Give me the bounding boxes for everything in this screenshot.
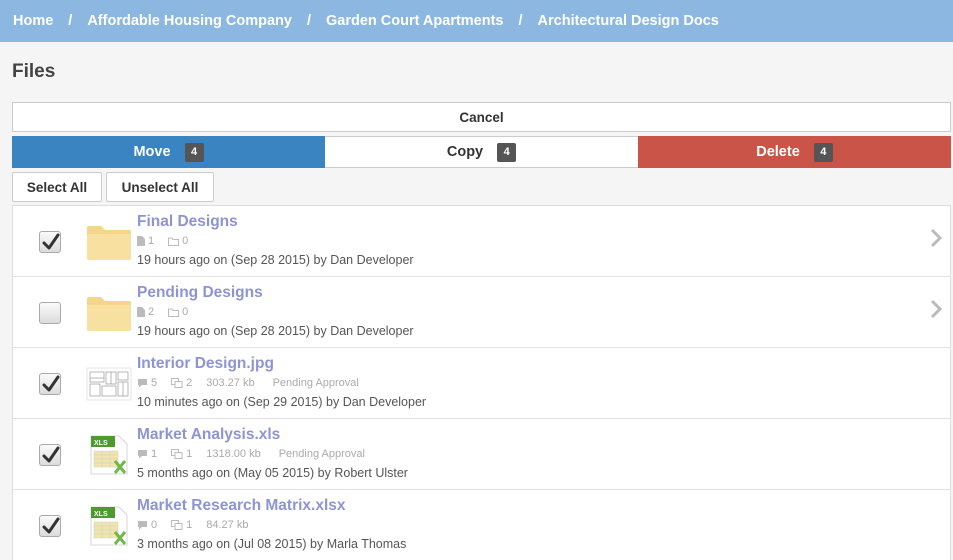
select-all-button[interactable]: Select All bbox=[12, 172, 102, 202]
folder-outline-icon bbox=[168, 308, 180, 317]
file-name-link[interactable]: Pending Designs bbox=[137, 284, 263, 302]
file-row[interactable]: Final Designs 1 0 19 hours ago on (Sep 2… bbox=[13, 206, 950, 277]
spreadsheet-file-icon: XLS bbox=[90, 435, 128, 475]
move-label: Move bbox=[133, 144, 171, 160]
file-row[interactable]: Pending Designs 2 0 19 hours ago on (Sep… bbox=[13, 277, 950, 348]
comments-count: 5 bbox=[151, 377, 158, 389]
file-name-link[interactable]: Final Designs bbox=[137, 213, 238, 231]
file-meta: 0 1 84.27 kb bbox=[137, 519, 266, 531]
row-checkbox[interactable] bbox=[39, 444, 61, 466]
copy-count-badge: 4 bbox=[497, 142, 517, 162]
breadcrumb-separator: / bbox=[518, 13, 523, 29]
file-date: 3 months ago on (Jul 08 2015) by Marla T… bbox=[137, 537, 407, 551]
file-date: 5 months ago on (May 05 2015) by Robert … bbox=[137, 466, 408, 480]
breadcrumb-company[interactable]: Affordable Housing Company bbox=[87, 13, 292, 29]
chevron-right-icon[interactable] bbox=[930, 228, 942, 248]
approval-status: Pending Approval bbox=[272, 377, 359, 389]
delete-label: Delete bbox=[756, 144, 800, 160]
file-meta: 1 0 bbox=[137, 235, 202, 247]
folder-icon bbox=[87, 226, 131, 260]
breadcrumb-separator: / bbox=[306, 13, 311, 29]
file-row[interactable]: XLS Market Analysis.xls 1 1 1318.00 kb P… bbox=[13, 419, 950, 490]
breadcrumb-separator: / bbox=[68, 13, 73, 29]
file-size: 84.27 kb bbox=[206, 519, 249, 531]
folders-count: 0 bbox=[182, 306, 189, 318]
checkmark-icon bbox=[42, 517, 60, 534]
approval-status: Pending Approval bbox=[278, 448, 365, 460]
file-date: 19 hours ago on (Sep 28 2015) by Dan Dev… bbox=[137, 324, 414, 338]
file-row[interactable]: Interior Design.jpg 5 2 303.27 kb Pendin… bbox=[13, 348, 950, 419]
file-name-link[interactable]: Interior Design.jpg bbox=[137, 355, 274, 373]
folder-icon bbox=[87, 297, 131, 331]
comment-icon bbox=[138, 450, 147, 459]
move-count-badge: 4 bbox=[184, 142, 204, 162]
comments-count: 1 bbox=[151, 448, 158, 460]
spreadsheet-file-icon: XLS bbox=[90, 506, 128, 546]
page-title: Files bbox=[12, 61, 56, 82]
svg-text:XLS: XLS bbox=[94, 440, 108, 447]
comment-icon bbox=[138, 521, 147, 530]
file-meta: 5 2 303.27 kb Pending Approval bbox=[137, 377, 377, 389]
file-list: Final Designs 1 0 19 hours ago on (Sep 2… bbox=[12, 205, 951, 560]
unselect-all-button[interactable]: Unselect All bbox=[106, 172, 214, 202]
breadcrumb-home[interactable]: Home bbox=[13, 13, 53, 29]
row-checkbox[interactable] bbox=[39, 302, 61, 324]
svg-text:XLS: XLS bbox=[94, 511, 108, 518]
copy-button[interactable]: Copy 4 bbox=[325, 136, 638, 168]
file-icon bbox=[137, 307, 145, 317]
chevron-right-icon[interactable] bbox=[930, 299, 942, 319]
file-size: 303.27 kb bbox=[206, 377, 255, 389]
cancel-button[interactable]: Cancel bbox=[12, 102, 951, 132]
checkmark-icon bbox=[42, 375, 60, 392]
breadcrumb-folder[interactable]: Architectural Design Docs bbox=[538, 13, 719, 29]
file-name-link[interactable]: Market Analysis.xls bbox=[137, 426, 280, 444]
delete-count-badge: 4 bbox=[813, 142, 833, 162]
file-row[interactable]: XLS Market Research Matrix.xlsx 0 1 84.2… bbox=[13, 490, 950, 560]
folder-outline-icon bbox=[168, 237, 180, 246]
checkmark-icon bbox=[42, 446, 60, 463]
versions-icon bbox=[171, 520, 183, 530]
files-count: 2 bbox=[148, 306, 155, 318]
versions-count: 2 bbox=[186, 377, 193, 389]
row-checkbox[interactable] bbox=[39, 231, 61, 253]
versions-icon bbox=[171, 378, 183, 388]
delete-button[interactable]: Delete 4 bbox=[638, 136, 951, 168]
file-date: 19 hours ago on (Sep 28 2015) by Dan Dev… bbox=[137, 253, 414, 267]
comment-icon bbox=[138, 379, 147, 388]
row-checkbox[interactable] bbox=[39, 373, 61, 395]
folders-count: 0 bbox=[182, 235, 189, 247]
comments-count: 0 bbox=[151, 519, 158, 531]
checkmark-icon bbox=[42, 233, 60, 250]
file-meta: 1 1 1318.00 kb Pending Approval bbox=[137, 448, 383, 460]
versions-count: 1 bbox=[186, 519, 193, 531]
versions-icon bbox=[171, 449, 183, 459]
breadcrumb-property[interactable]: Garden Court Apartments bbox=[326, 13, 504, 29]
copy-label: Copy bbox=[446, 144, 484, 160]
file-size: 1318.00 kb bbox=[206, 448, 261, 460]
versions-count: 1 bbox=[186, 448, 193, 460]
image-thumbnail-icon bbox=[86, 367, 132, 401]
breadcrumb: Home / Affordable Housing Company / Gard… bbox=[0, 0, 953, 42]
file-name-link[interactable]: Market Research Matrix.xlsx bbox=[137, 497, 346, 515]
file-date: 10 minutes ago on (Sep 29 2015) by Dan D… bbox=[137, 395, 427, 409]
move-button[interactable]: Move 4 bbox=[12, 136, 325, 168]
file-icon bbox=[137, 236, 145, 246]
row-checkbox[interactable] bbox=[39, 515, 61, 537]
bulk-action-bar: Move 4 Copy 4 Delete 4 bbox=[12, 136, 951, 168]
file-meta: 2 0 bbox=[137, 306, 202, 318]
files-count: 1 bbox=[148, 235, 155, 247]
